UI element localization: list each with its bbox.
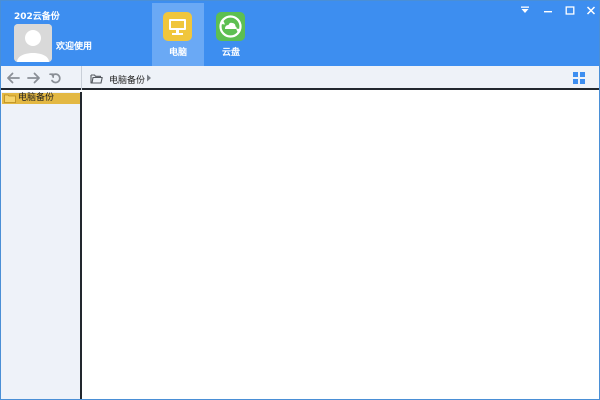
minimize-button[interactable] (538, 3, 558, 17)
avatar[interactable] (14, 24, 52, 62)
welcome-text: 欢迎使用 (56, 42, 93, 52)
forward-arrow-icon (27, 72, 40, 84)
toolbar-divider (81, 66, 82, 90)
user-silhouette-icon (14, 24, 52, 62)
breadcrumb[interactable]: 电脑备份 (109, 73, 145, 86)
maximize-icon (565, 5, 575, 15)
minimize-icon (544, 11, 552, 13)
sidebar-tree: 电脑备份 (1, 92, 82, 399)
sidebar-item-computer-backup[interactable]: 电脑备份 (2, 93, 80, 104)
toolbar: 电脑备份 (1, 66, 599, 90)
maximize-button[interactable] (560, 3, 580, 17)
back-button[interactable] (5, 70, 21, 86)
tab-label: 电脑 (168, 48, 187, 58)
refresh-icon (48, 72, 61, 83)
back-arrow-icon (7, 72, 20, 84)
tab-computer[interactable]: 电脑 (152, 3, 204, 66)
close-button[interactable] (581, 3, 599, 17)
sidebar-item-label: 电脑备份 (18, 93, 55, 103)
cloud-sync-icon (216, 12, 245, 41)
monitor-icon (163, 12, 192, 41)
header-bar: 202云备份 欢迎使用 电脑 云盘 (1, 1, 599, 66)
close-icon (586, 5, 596, 15)
file-list-area[interactable] (84, 92, 599, 399)
dropdown-menu-icon (521, 6, 529, 13)
dropdown-menu-button[interactable] (515, 3, 535, 17)
app-window: 202云备份 欢迎使用 电脑 云盘 电脑备份 电脑备份 (0, 0, 600, 400)
forward-button[interactable] (26, 70, 42, 86)
refresh-button[interactable] (47, 70, 63, 86)
tab-cloud-drive[interactable]: 云盘 (205, 3, 257, 66)
app-title: 202云备份 (14, 12, 60, 22)
folder-outline-icon (89, 71, 103, 85)
tab-label: 云盘 (221, 48, 240, 58)
chevron-right-icon[interactable] (146, 74, 152, 82)
folder-icon (4, 94, 16, 103)
grid-view-icon[interactable] (573, 72, 585, 84)
